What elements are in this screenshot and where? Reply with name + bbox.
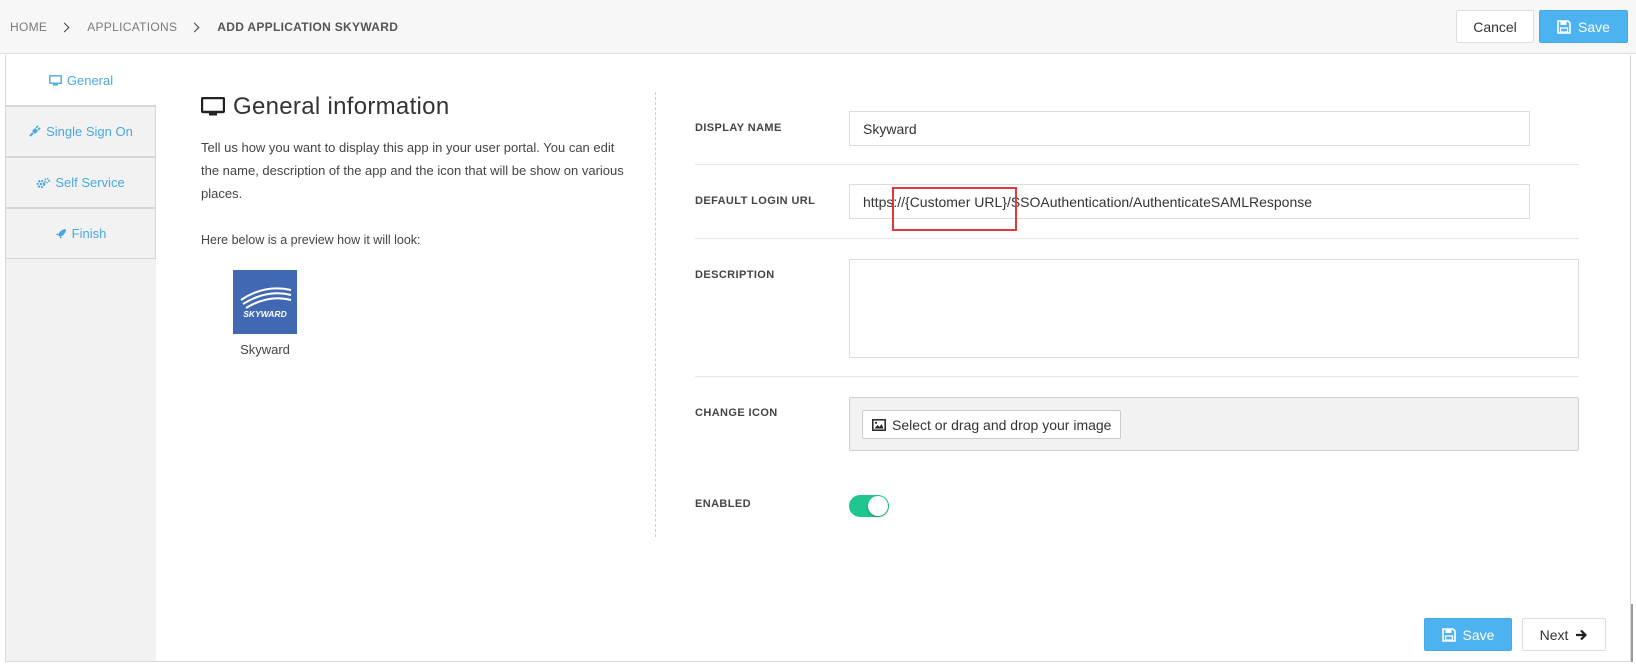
icon-dropzone[interactable]: Select or drag and drop your image xyxy=(849,397,1579,451)
select-image-button[interactable]: Select or drag and drop your image xyxy=(862,410,1122,439)
row-divider xyxy=(695,238,1579,239)
enabled-label: ENABLED xyxy=(695,498,751,510)
monitor-icon xyxy=(201,97,225,117)
app-logo-text: SKYWARD xyxy=(243,309,286,319)
tab-single-sign-on[interactable]: Single Sign On xyxy=(5,106,156,157)
app-preview-name: Skyward xyxy=(240,342,290,357)
preview-label: Here below is a preview how it will look… xyxy=(201,233,421,247)
change-icon-label: CHANGE ICON xyxy=(695,407,778,419)
cogs-icon xyxy=(36,177,51,189)
cancel-button-label: Cancel xyxy=(1473,18,1517,35)
column-divider xyxy=(655,92,656,537)
save-button-bottom-label: Save xyxy=(1462,626,1495,643)
next-button[interactable]: Next xyxy=(1522,618,1606,651)
section-title-text: General information xyxy=(233,93,450,120)
next-button-label: Next xyxy=(1539,626,1569,643)
breadcrumb-applications[interactable]: APPLICATIONS xyxy=(87,20,177,34)
section-description: Tell us how you want to display this app… xyxy=(201,140,624,201)
image-icon xyxy=(872,418,886,431)
save-button-label: Save xyxy=(1578,18,1610,35)
description-label: DESCRIPTION xyxy=(695,269,775,281)
floppy-disk-icon xyxy=(1441,627,1456,642)
breadcrumb-current: ADD APPLICATION SKYWARD xyxy=(217,20,399,34)
save-button-bottom[interactable]: Save xyxy=(1424,618,1512,651)
toggle-knob xyxy=(868,496,888,516)
breadcrumb: HOME APPLICATIONS ADD APPLICATION SKYWAR… xyxy=(10,20,398,34)
scrollbar[interactable] xyxy=(1631,604,1633,662)
default-login-url-label: DEFAULT LOGIN URL xyxy=(695,195,816,207)
display-name-label: DISPLAY NAME xyxy=(695,122,782,134)
tab-self-service[interactable]: Self Service xyxy=(5,157,156,208)
monitor-icon xyxy=(48,74,62,86)
breadcrumb-home[interactable]: HOME xyxy=(10,20,47,34)
top-bar: HOME APPLICATIONS ADD APPLICATION SKYWAR… xyxy=(0,0,1636,54)
row-divider xyxy=(695,164,1579,165)
select-image-button-label: Select or drag and drop your image xyxy=(892,416,1112,433)
app-preview-logo: SKYWARD xyxy=(233,270,297,334)
rocket-icon xyxy=(55,228,67,240)
row-divider xyxy=(695,376,1579,377)
tab-single-sign-on-label: Single Sign On xyxy=(46,124,133,139)
tab-self-service-label: Self Service xyxy=(55,175,125,190)
tab-general[interactable]: General xyxy=(5,55,156,106)
enabled-toggle[interactable] xyxy=(849,495,889,517)
plug-icon xyxy=(28,125,41,138)
chevron-right-icon xyxy=(189,22,200,32)
arrow-right-icon xyxy=(1575,629,1588,641)
frame-border-right xyxy=(1630,55,1631,662)
floppy-disk-icon xyxy=(1557,19,1571,34)
save-button-top[interactable]: Save xyxy=(1539,10,1628,43)
customer-url-highlight-box xyxy=(892,187,1017,231)
cancel-button[interactable]: Cancel xyxy=(1456,10,1534,43)
description-textarea[interactable] xyxy=(849,259,1579,358)
chevron-right-icon xyxy=(59,22,70,32)
section-title: General information xyxy=(201,93,449,121)
frame-border-bottom xyxy=(5,661,1631,662)
display-name-input[interactable]: Skyward xyxy=(849,111,1530,146)
tab-general-label: General xyxy=(66,72,114,88)
tab-finish[interactable]: Finish xyxy=(5,208,156,259)
tab-finish-label: Finish xyxy=(71,226,107,241)
